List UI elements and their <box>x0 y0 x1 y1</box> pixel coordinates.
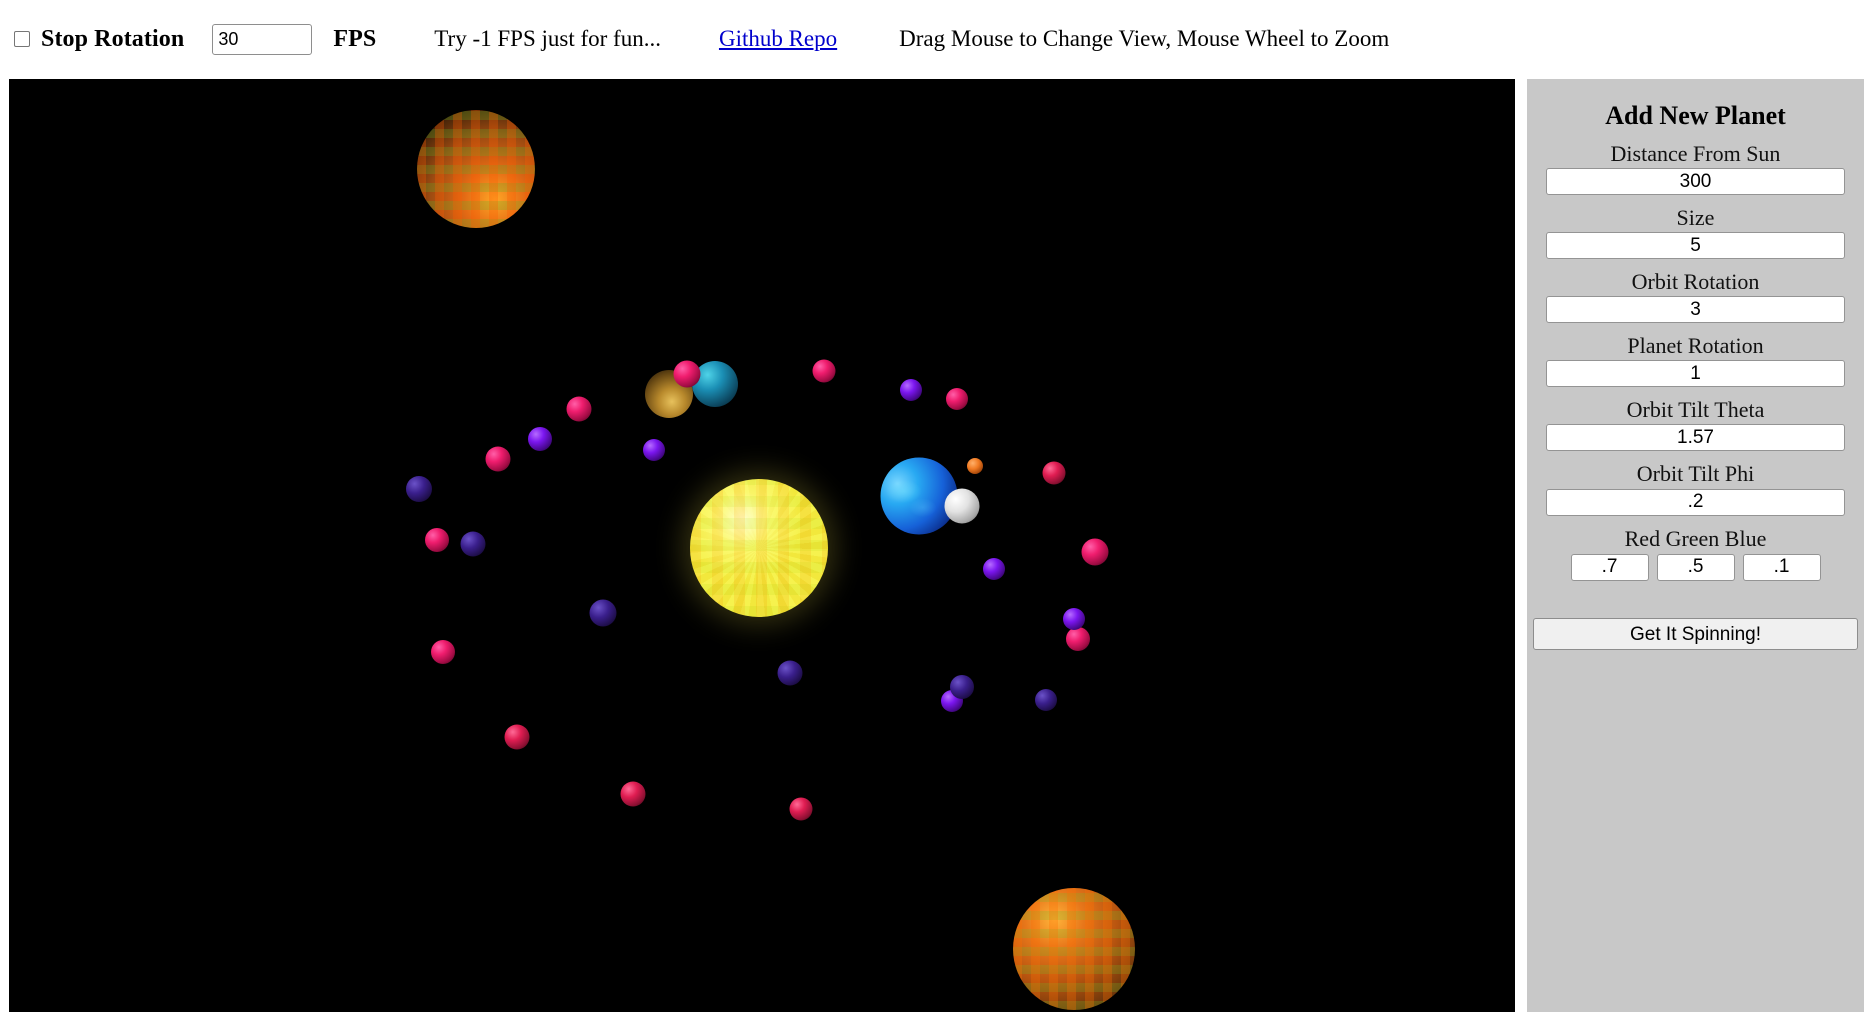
get-it-spinning-button[interactable]: Get It Spinning! <box>1533 617 1858 650</box>
fps-hint-text: Try -1 FPS just for fun... <box>434 26 661 51</box>
field-input[interactable] <box>1546 296 1845 324</box>
rgb-label: Red Green Blue <box>1624 525 1767 551</box>
field-group: Orbit Tilt Phi <box>1527 451 1864 516</box>
green-input[interactable] <box>1656 553 1735 581</box>
field-input[interactable] <box>1546 360 1845 388</box>
field-label: Size <box>1676 205 1715 231</box>
add-planet-panel: Add New Planet Distance From Sun Size Orbi… <box>1527 79 1864 1012</box>
fps-unit-label: FPS <box>333 25 377 52</box>
top-toolbar: Stop Rotation FPS Try -1 FPS just for fu… <box>0 0 1864 78</box>
violet-3 <box>900 379 922 401</box>
indigo-4 <box>777 660 803 686</box>
planet-fields: Distance From Sun Size Orbit Rotation Plane… <box>1527 131 1864 516</box>
github-repo-link[interactable]: Github Repo <box>719 26 837 52</box>
fps-input[interactable] <box>212 23 313 55</box>
magenta-9 <box>431 640 455 664</box>
indigo-5 <box>950 675 974 699</box>
magenta-11 <box>504 724 530 750</box>
violet-1 <box>528 427 552 451</box>
field-label: Distance From Sun <box>1610 141 1781 166</box>
grey-moon <box>944 488 980 524</box>
indigo-3 <box>589 599 617 627</box>
magenta-12 <box>620 781 646 807</box>
violet-2 <box>643 439 665 461</box>
magenta-1 <box>673 360 701 388</box>
magenta-10 <box>1066 627 1090 651</box>
magenta-4 <box>946 388 968 410</box>
stop-rotation-control[interactable]: Stop Rotation <box>14 26 184 53</box>
ember-moon <box>967 458 983 474</box>
red-input[interactable] <box>1570 553 1649 581</box>
field-input[interactable] <box>1546 488 1845 516</box>
field-group: Orbit Tilt Theta <box>1527 387 1864 452</box>
field-label: Orbit Rotation <box>1631 269 1760 295</box>
rgb-row <box>1527 553 1864 581</box>
magenta-8 <box>425 528 449 552</box>
indigo-1 <box>406 476 432 502</box>
solar-system-canvas[interactable] <box>9 79 1515 1012</box>
field-group: Distance From Sun <box>1527 131 1864 196</box>
field-group: Size <box>1527 195 1864 260</box>
lava-planet-top <box>417 110 535 228</box>
ocean-planet <box>880 457 958 535</box>
violet-4 <box>983 558 1005 580</box>
sun <box>690 479 828 617</box>
field-input[interactable] <box>1546 232 1845 260</box>
violet-5 <box>1063 608 1085 630</box>
field-input[interactable] <box>1546 424 1845 452</box>
magenta-13 <box>789 797 813 821</box>
magenta-5 <box>485 446 511 472</box>
field-group: Planet Rotation <box>1527 323 1864 388</box>
magenta-6 <box>1042 461 1066 485</box>
panel-title: Add New Planet <box>1605 101 1786 130</box>
lava-planet-bottom <box>1013 888 1135 1010</box>
mouse-hint-text: Drag Mouse to Change View, Mouse Wheel t… <box>899 26 1390 51</box>
blue-input[interactable] <box>1742 553 1821 581</box>
magenta-7 <box>1081 538 1109 566</box>
stop-rotation-checkbox[interactable] <box>14 31 30 47</box>
magenta-2 <box>812 359 836 383</box>
stop-rotation-label: Stop Rotation <box>41 25 185 52</box>
indigo-6 <box>1035 689 1057 711</box>
field-label: Orbit Tilt Phi <box>1636 461 1755 487</box>
magenta-3 <box>566 396 592 422</box>
field-label: Planet Rotation <box>1627 333 1764 359</box>
indigo-2 <box>460 531 486 557</box>
field-label: Orbit Tilt Theta <box>1626 397 1765 423</box>
field-group: Orbit Rotation <box>1527 259 1864 324</box>
field-input[interactable] <box>1546 168 1845 196</box>
